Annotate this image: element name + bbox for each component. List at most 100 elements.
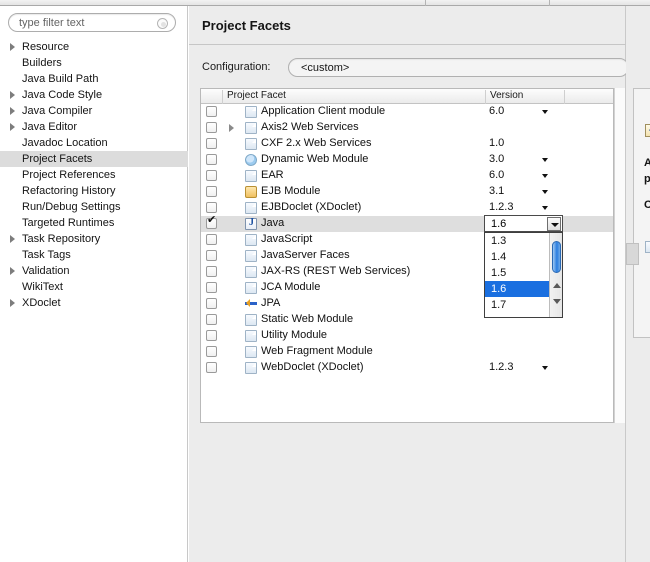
sidebar-item-wikitext[interactable]: WikiText xyxy=(0,279,188,295)
sidebar-item-run-debug-settings[interactable]: Run/Debug Settings xyxy=(0,199,188,215)
facet-checkbox[interactable] xyxy=(206,170,217,181)
chevron-right-icon[interactable] xyxy=(10,107,15,115)
facet-name: JPA xyxy=(261,297,281,309)
table-row[interactable]: Utility Module xyxy=(201,328,613,344)
facet-checkbox[interactable] xyxy=(206,154,217,165)
column-header-version[interactable]: Version xyxy=(486,90,565,104)
facet-checkbox[interactable] xyxy=(206,234,217,245)
chevron-down-icon[interactable] xyxy=(542,174,548,178)
facet-version: 6.0 xyxy=(489,169,505,181)
facet-checkbox[interactable] xyxy=(206,250,217,261)
table-row[interactable]: Web Fragment Module xyxy=(201,344,613,360)
search-input[interactable]: type filter text xyxy=(8,13,176,32)
table-row[interactable]: Axis2 Web Services xyxy=(201,120,613,136)
facet-checkbox[interactable] xyxy=(206,215,217,229)
dropdown-scrollbar[interactable] xyxy=(549,233,562,317)
facet-checkbox[interactable] xyxy=(206,122,217,133)
scroll-down-arrow-icon[interactable] xyxy=(553,299,561,304)
table-row[interactable]: WebDoclet (XDoclet) 1.2.3 xyxy=(201,360,613,376)
sidebar-item-label: Java Editor xyxy=(22,121,78,133)
sidebar-item-refactoring-history[interactable]: Refactoring History xyxy=(0,183,188,199)
chevron-right-icon[interactable] xyxy=(10,235,15,243)
detail-small-icon xyxy=(645,241,650,253)
chevron-right-icon[interactable] xyxy=(229,124,234,132)
table-row[interactable]: EJBDoclet (XDoclet) 1.2.3 xyxy=(201,200,613,216)
facet-version: 6.0 xyxy=(489,105,505,117)
facet-checkbox[interactable] xyxy=(206,106,217,117)
column-header-check[interactable] xyxy=(201,90,223,104)
chevron-right-icon[interactable] xyxy=(10,43,15,51)
facet-version: 1.2.3 xyxy=(489,201,514,213)
sidebar-item-label: Builders xyxy=(22,57,62,69)
facet-checkbox[interactable] xyxy=(206,346,217,357)
dropdown-scrollbar-thumb[interactable] xyxy=(552,241,561,273)
scroll-up-arrow-icon[interactable] xyxy=(553,283,561,288)
facet-checkbox[interactable] xyxy=(206,138,217,149)
sidebar-item-label: Javadoc Location xyxy=(22,137,108,149)
table-row[interactable]: EJB Module 3.1 xyxy=(201,184,613,200)
chevron-right-icon[interactable] xyxy=(10,299,15,307)
facet-name: EJBDoclet (XDoclet) xyxy=(261,201,362,213)
doc-icon xyxy=(245,106,257,118)
sidebar-item-project-facets[interactable]: Project Facets xyxy=(0,151,188,167)
sidebar-item-java-code-style[interactable]: Java Code Style xyxy=(0,87,188,103)
facet-name: EAR xyxy=(261,169,284,181)
column-header-project-facet[interactable]: Project Facet xyxy=(223,90,486,104)
table-row[interactable]: Dynamic Web Module 3.0 xyxy=(201,152,613,168)
chevron-down-icon[interactable] xyxy=(542,366,548,370)
facet-checkbox[interactable] xyxy=(206,266,217,277)
chevron-down-icon[interactable] xyxy=(542,158,548,162)
facet-checkbox[interactable] xyxy=(206,202,217,213)
facet-name: Application Client module xyxy=(261,105,386,117)
chevron-right-icon[interactable] xyxy=(10,267,15,275)
sidebar-item-java-compiler[interactable]: Java Compiler xyxy=(0,103,188,119)
facet-checkbox[interactable] xyxy=(206,330,217,341)
sidebar-item-label: Project Facets xyxy=(22,153,93,165)
sidebar-item-task-repository[interactable]: Task Repository xyxy=(0,231,188,247)
clear-circle-icon[interactable] xyxy=(157,18,168,29)
scrollbar-thumb[interactable] xyxy=(626,243,639,265)
chevron-down-icon[interactable] xyxy=(542,110,548,114)
sidebar-item-label: Java Code Style xyxy=(22,89,103,101)
page-title: Project Facets xyxy=(202,18,291,33)
version-dropdown-list[interactable]: 1.3 1.4 1.5 1.6 1.7 xyxy=(484,232,563,318)
sidebar-item-java-editor[interactable]: Java Editor xyxy=(0,119,188,135)
configuration-combo[interactable]: <custom> xyxy=(288,58,629,77)
sidebar-item-validation[interactable]: Validation xyxy=(0,263,188,279)
table-scroll-gutter[interactable] xyxy=(614,88,625,423)
table-row[interactable]: CXF 2.x Web Services 1.0 xyxy=(201,136,613,152)
detail-line-2: p xyxy=(644,173,650,185)
search-placeholder: type filter text xyxy=(19,17,85,29)
column-header-extra[interactable] xyxy=(565,90,615,104)
facet-checkbox[interactable] xyxy=(206,314,217,325)
sidebar-item-label: Targeted Runtimes xyxy=(22,217,115,229)
sidebar-item-java-build-path[interactable]: Java Build Path xyxy=(0,71,188,87)
chevron-down-icon[interactable] xyxy=(542,190,548,194)
sidebar-item-label: Validation xyxy=(22,265,70,277)
table-row[interactable]: Java 1.6 1.31.41.51.61.7 xyxy=(201,215,613,318)
facet-name: JavaScript xyxy=(261,233,313,245)
table-row[interactable]: Application Client module 6.0 xyxy=(201,104,613,120)
sidebar-item-javadoc-location[interactable]: Javadoc Location xyxy=(0,135,188,151)
doc-icon xyxy=(245,234,257,246)
facet-checkbox[interactable] xyxy=(206,186,217,197)
sidebar-item-targeted-runtimes[interactable]: Targeted Runtimes xyxy=(0,215,188,231)
doc-icon xyxy=(245,362,257,374)
chevron-down-icon[interactable] xyxy=(547,217,561,231)
sidebar-item-resource[interactable]: Resource xyxy=(0,39,188,55)
sidebar-item-project-references[interactable]: Project References xyxy=(0,167,188,183)
chevron-right-icon[interactable] xyxy=(10,91,15,99)
sidebar-item-builders[interactable]: Builders xyxy=(0,55,188,71)
version-combo[interactable]: 1.6 xyxy=(484,215,563,232)
facet-checkbox[interactable] xyxy=(206,282,217,293)
sidebar-item-task-tags[interactable]: Task Tags xyxy=(0,247,188,263)
chevron-right-icon[interactable] xyxy=(10,123,15,131)
facet-checkbox[interactable] xyxy=(206,298,217,309)
sidebar-item-xdoclet[interactable]: XDoclet xyxy=(0,295,188,311)
facet-checkbox[interactable] xyxy=(206,362,217,373)
sidebar-item-label: XDoclet xyxy=(22,297,61,309)
table-row[interactable]: EAR 6.0 xyxy=(201,168,613,184)
chevron-down-icon[interactable] xyxy=(542,206,548,210)
sidebar-item-label: Project References xyxy=(22,169,116,181)
facet-name: Utility Module xyxy=(261,329,328,341)
